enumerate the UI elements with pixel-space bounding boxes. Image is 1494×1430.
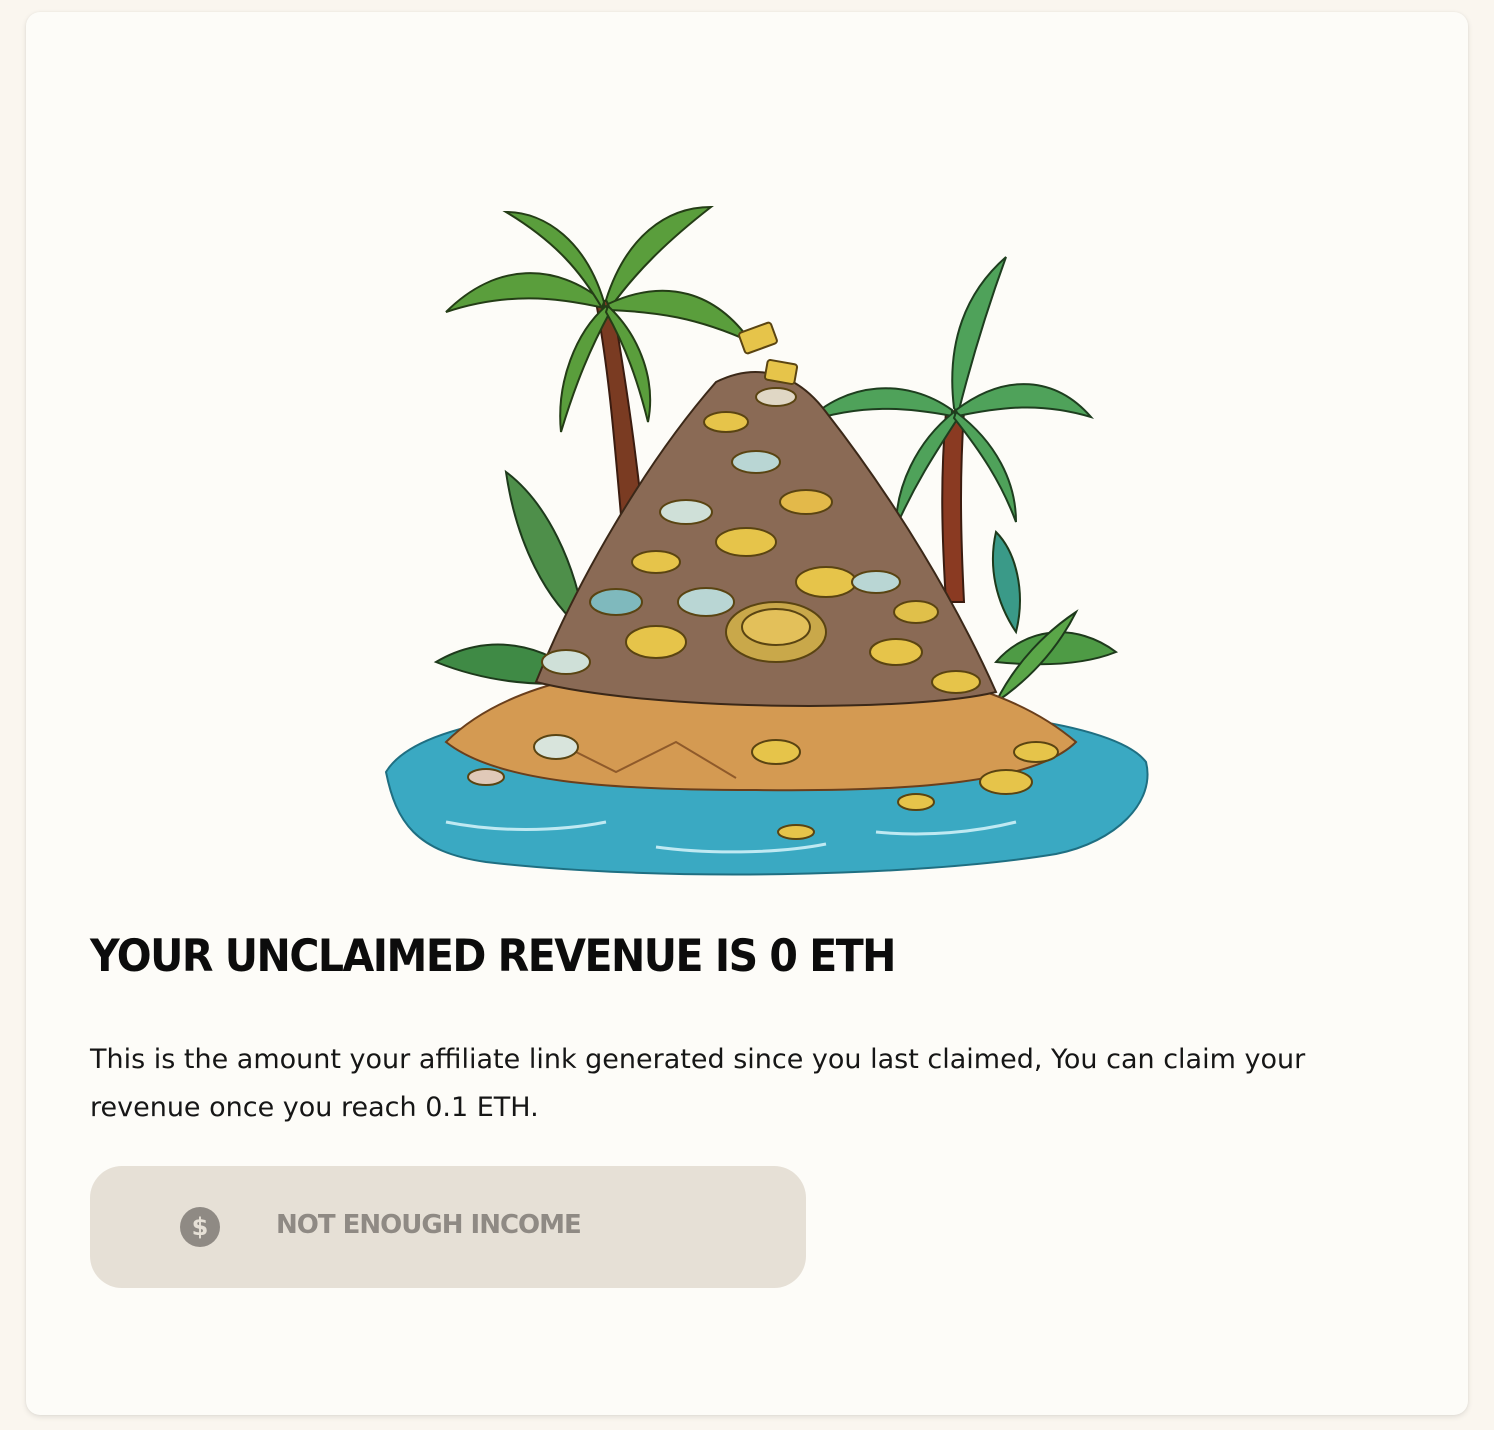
claim-button-label: NOT ENOUGH INCOME xyxy=(276,1210,582,1240)
revenue-description: This is the amount your affiliate link g… xyxy=(90,1044,1306,1123)
claim-revenue-button[interactable]: $ NOT ENOUGH INCOME xyxy=(90,1166,806,1288)
page-title: YOUR UNCLAIMED REVENUE IS 0 ETH xyxy=(90,930,897,982)
treasure-island-illustration xyxy=(384,205,1149,876)
unclaimed-revenue-card: YOUR UNCLAIMED REVENUE IS 0 ETH This is … xyxy=(26,12,1468,1415)
dollar-coin-icon: $ xyxy=(180,1207,220,1247)
svg-text:$: $ xyxy=(192,1213,209,1241)
